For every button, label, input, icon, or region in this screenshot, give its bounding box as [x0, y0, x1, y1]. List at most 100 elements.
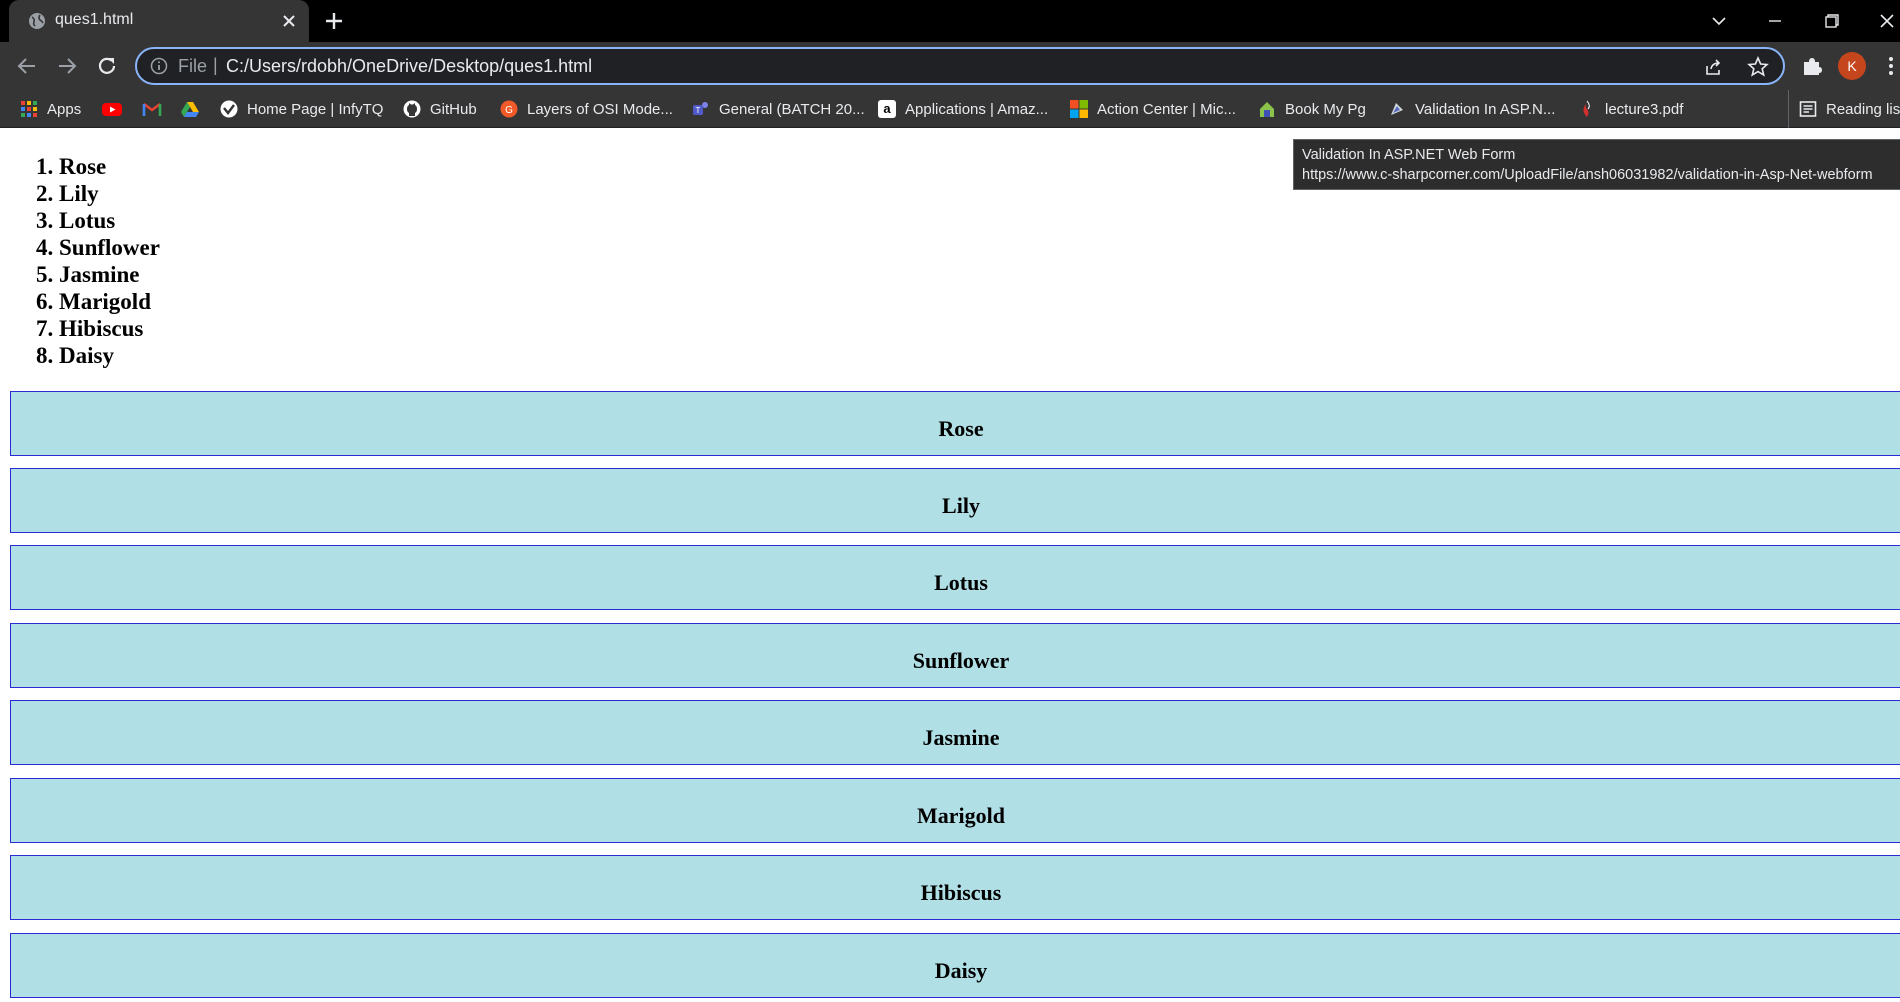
tab-search-chevron-down-icon[interactable]: [1706, 8, 1732, 34]
svg-text:T: T: [696, 106, 701, 115]
list-item-number: 1.: [36, 154, 54, 179]
bookmark-label: Home Page | InfyTQ: [247, 100, 384, 118]
flower-box-label: Sunflower: [912, 648, 1010, 673]
bookmarks-bar: Apps Home Page | InfyTQ GitHub G Layers …: [0, 90, 1900, 128]
svg-text:a: a: [883, 101, 891, 116]
amazon-icon: a: [878, 100, 896, 118]
github-icon: [403, 100, 421, 118]
flower-box-sunflower: Sunflower: [10, 623, 1900, 688]
tab-strip: ques1.html: [0, 0, 1900, 42]
bookmark-label: Book My Pg: [1285, 100, 1366, 118]
profile-avatar[interactable]: K: [1838, 52, 1866, 80]
list-item-number: 7.: [36, 316, 54, 341]
bookmark-action-center[interactable]: Action Center | Mic...: [1070, 90, 1236, 128]
restore-window-icon[interactable]: [1819, 8, 1845, 34]
url-text[interactable]: C:/Users/rdobh/OneDrive/Desktop/ques1.ht…: [226, 56, 592, 77]
bookmark-label: Apps: [47, 100, 82, 118]
bookmark-youtube[interactable]: [102, 90, 131, 128]
bookmark-label: lecture3.pdf: [1605, 100, 1684, 118]
url-scheme-label: File: [178, 56, 208, 76]
address-bar[interactable]: File | C:/Users/rdobh/OneDrive/Desktop/q…: [135, 47, 1785, 85]
bookmark-github[interactable]: GitHub: [403, 90, 477, 128]
flower-box-label: Lotus: [934, 570, 988, 595]
bookmark-label: Applications | Amaz...: [905, 100, 1049, 118]
extensions-puzzle-icon[interactable]: [1800, 54, 1824, 78]
list-item-number: 6.: [36, 289, 54, 314]
list-item-number: 2.: [36, 181, 54, 206]
bookmark-hover-tooltip: Validation In ASP.NET Web Form https://w…: [1293, 139, 1900, 190]
list-item-text: Rose: [59, 154, 107, 179]
new-tab-icon[interactable]: [323, 10, 345, 32]
list-item-text: Marigold: [59, 289, 151, 314]
bookmark-label: General (BATCH 20...: [719, 100, 865, 118]
minimize-icon[interactable]: [1762, 8, 1788, 34]
info-icon[interactable]: [150, 57, 168, 75]
flower-box-lily: Lily: [10, 468, 1900, 533]
google-drive-icon: [180, 100, 200, 118]
list-item: 6. Marigold: [36, 288, 160, 315]
tooltip-url: https://www.c-sharpcorner.com/UploadFile…: [1302, 167, 1873, 183]
bookmark-validation-aspnet[interactable]: Validation In ASP.N...: [1388, 90, 1555, 128]
list-item: 3. Lotus: [36, 207, 160, 234]
reading-list-button[interactable]: Reading list: [1788, 90, 1900, 128]
bookmark-label: Reading list: [1826, 100, 1900, 118]
svg-text:G: G: [505, 105, 513, 116]
bookmark-google-drive[interactable]: [180, 90, 209, 128]
more-options-icon[interactable]: [1884, 54, 1898, 78]
bookmark-star-icon[interactable]: [1747, 55, 1769, 78]
list-item-number: 4.: [36, 235, 54, 260]
bookmark-lecture3-pdf[interactable]: lecture3.pdf: [1578, 90, 1683, 128]
back-arrow-icon[interactable]: [15, 54, 39, 78]
flower-box-jasmine: Jasmine: [10, 700, 1900, 765]
list-item: 1. Rose: [36, 153, 160, 180]
list-item-number: 8.: [36, 343, 54, 368]
flower-box-label: Daisy: [934, 958, 988, 983]
bookmark-label: Action Center | Mic...: [1097, 100, 1236, 118]
flower-box-daisy: Daisy: [10, 933, 1900, 998]
flower-box-label: Hibiscus: [920, 880, 1002, 905]
bookmark-teams-general[interactable]: T General (BATCH 20...: [692, 90, 865, 128]
csharpcorner-icon: [1388, 100, 1406, 118]
list-item-text: Lotus: [59, 208, 116, 233]
close-tab-icon[interactable]: [279, 11, 299, 31]
close-window-icon[interactable]: [1874, 8, 1900, 34]
flower-box-rose: Rose: [10, 391, 1900, 456]
bookmark-amazon-applications[interactable]: a Applications | Amaz...: [878, 90, 1048, 128]
apps-grid-icon: [20, 100, 38, 118]
reload-icon[interactable]: [95, 54, 119, 78]
share-icon[interactable]: [1703, 56, 1725, 78]
osi-site-icon: G: [500, 100, 518, 118]
globe-icon: [27, 11, 47, 31]
list-item: 2. Lily: [36, 180, 160, 207]
bookmark-infytq[interactable]: Home Page | InfyTQ: [220, 90, 383, 128]
flower-box-label: Jasmine: [922, 725, 1000, 750]
bookmark-label: Validation In ASP.N...: [1415, 100, 1556, 118]
gmail-icon: [142, 100, 162, 118]
flower-box-marigold: Marigold: [10, 778, 1900, 843]
flower-ordered-list: 1. Rose 2. Lily 3. Lotus 4. Sunflower 5.…: [36, 153, 160, 369]
bookmark-label: Layers of OSI Mode...: [527, 100, 673, 118]
list-item-text: Hibiscus: [59, 316, 144, 341]
flower-box-label: Rose: [938, 416, 984, 441]
list-item-number: 5.: [36, 262, 54, 287]
browser-toolbar: File | C:/Users/rdobh/OneDrive/Desktop/q…: [0, 42, 1900, 90]
url-separator: |: [213, 55, 218, 75]
bookmark-apps[interactable]: Apps: [20, 90, 81, 128]
list-item-text: Jasmine: [59, 262, 140, 287]
browser-tab[interactable]: ques1.html: [9, 0, 309, 42]
flower-box-label: Lily: [942, 493, 980, 518]
list-item: 5. Jasmine: [36, 261, 160, 288]
page-viewport: 1. Rose 2. Lily 3. Lotus 4. Sunflower 5.…: [0, 128, 1900, 1002]
flower-box-lotus: Lotus: [10, 545, 1900, 610]
forward-arrow-icon[interactable]: [55, 54, 79, 78]
bookmark-book-my-pg[interactable]: Book My Pg: [1258, 90, 1366, 128]
tab-title: ques1.html: [55, 11, 134, 28]
list-item-text: Sunflower: [59, 235, 160, 260]
bookmark-label: GitHub: [430, 100, 477, 118]
bookmark-osi-model[interactable]: G Layers of OSI Mode...: [500, 90, 673, 128]
list-item: 8. Daisy: [36, 342, 160, 369]
bookmark-gmail[interactable]: [142, 90, 171, 128]
bookmypg-icon: [1258, 100, 1276, 118]
list-item: 4. Sunflower: [36, 234, 160, 261]
infytq-icon: [220, 100, 238, 118]
